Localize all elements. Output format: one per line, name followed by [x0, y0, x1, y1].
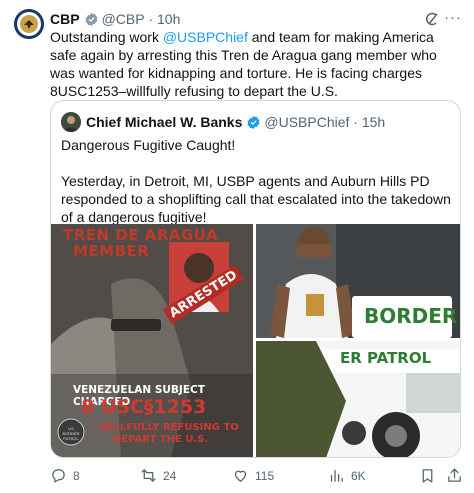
- quote-body: Yesterday, in Detroit, MI, USBP agents a…: [61, 173, 451, 225]
- quote-header: Chief Michael W. Banks @USBPChief · 15h: [61, 112, 450, 132]
- tweet-header: CBP @CBP · 10h: [50, 9, 462, 29]
- quote-author-handle[interactable]: @USBPChief: [264, 114, 349, 130]
- separator-dot: ·: [349, 114, 362, 130]
- views-button[interactable]: 6K: [328, 467, 366, 484]
- tweet: CBP @CBP · 10h ··· Outstanding work @USB…: [0, 0, 474, 493]
- reply-icon: [52, 469, 65, 483]
- quote-time[interactable]: 15h: [362, 114, 385, 130]
- action-bar: 8 24 115 6K: [50, 467, 462, 485]
- verified-badge-icon: [85, 12, 97, 26]
- like-button[interactable]: 115: [232, 467, 274, 484]
- quote-headline: Dangerous Fugitive Caught!: [61, 137, 236, 153]
- avatar-photo-icon: [61, 112, 81, 132]
- repost-button[interactable]: 24: [140, 467, 176, 484]
- post-text: Outstanding work @USBPChief and team for…: [50, 28, 462, 100]
- author-name[interactable]: CBP: [50, 11, 80, 27]
- media-image-vehicle[interactable]: ER PATROL: [256, 341, 460, 457]
- like-count: 115: [255, 468, 275, 483]
- share-icon: [448, 468, 461, 482]
- quoted-tweet[interactable]: Chief Michael W. Banks @USBPChief · 15h …: [50, 100, 461, 458]
- quote-avatar[interactable]: [61, 112, 81, 132]
- reply-count: 8: [73, 468, 80, 483]
- author-handle[interactable]: @CBP: [102, 11, 145, 27]
- bookmark-icon: [422, 469, 433, 483]
- quote-author-name[interactable]: Chief Michael W. Banks: [86, 114, 242, 130]
- repost-count: 24: [163, 468, 177, 483]
- patrol-sign-text: ER PATROL: [340, 349, 432, 367]
- post-mention-link[interactable]: @USBPChief: [163, 29, 248, 45]
- post-text-start: Outstanding work: [50, 29, 163, 45]
- media-image-poster[interactable]: TREN DE ARAGUA MEMBER ARRESTED VENEZUELA…: [51, 224, 253, 457]
- cbp-avatar[interactable]: [14, 9, 44, 39]
- border-patrol-seal-icon: US BORDER PATROL: [62, 426, 80, 441]
- repost-icon: [141, 469, 156, 482]
- more-icon[interactable]: ···: [444, 9, 462, 26]
- separator-dot: ·: [144, 11, 158, 27]
- verified-badge-icon: [247, 115, 260, 129]
- media-image-suspect[interactable]: BORDER: [256, 224, 460, 338]
- quote-media-grid: TREN DE ARAGUA MEMBER ARRESTED VENEZUELA…: [51, 224, 460, 457]
- post-time[interactable]: 10h: [157, 11, 180, 27]
- poster-caption-3: - WILLFULLY REFUSING TO: [91, 422, 239, 433]
- cbp-seal-icon: [14, 9, 44, 39]
- reply-button[interactable]: 8: [50, 467, 80, 484]
- poster-caption-2: 8 USC§1253: [81, 396, 207, 418]
- border-sign-text: BORDER: [364, 304, 458, 328]
- poster-title-2: MEMBER: [73, 242, 150, 260]
- quote-text: Dangerous Fugitive Caught! Yesterday, in…: [61, 136, 451, 226]
- views-count: 6K: [351, 468, 366, 483]
- grok-icon[interactable]: [424, 11, 440, 27]
- like-icon: [234, 470, 247, 482]
- views-icon: [330, 469, 343, 482]
- bookmark-button[interactable]: [419, 467, 442, 484]
- share-button[interactable]: [446, 467, 469, 484]
- poster-caption-4: DEPART THE U.S.: [113, 434, 209, 445]
